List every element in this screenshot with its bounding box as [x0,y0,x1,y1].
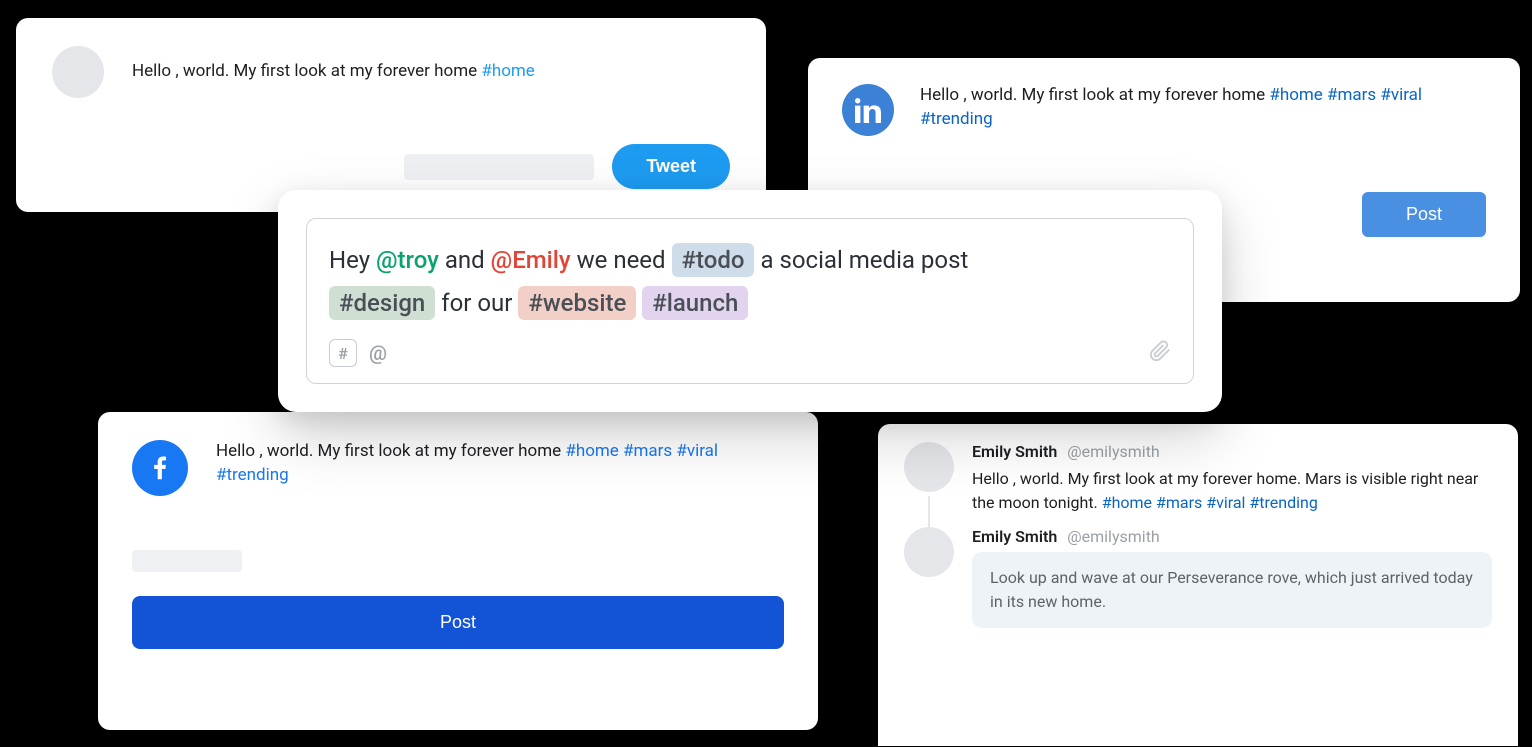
composer-input-box[interactable]: Hey @troy and @Emily we need #todo a soc… [306,218,1194,384]
tag-todo[interactable]: #todo [672,243,755,277]
thread-reply-bubble: Look up and wave at our Perseverance rov… [972,552,1492,628]
hashtag-button[interactable]: # [329,339,357,367]
twitter-hashtag[interactable]: #home [481,61,534,81]
tag-website[interactable]: #website [518,286,636,320]
facebook-hashtag-mars[interactable]: #mars [623,441,672,461]
facebook-text: Hello , world. My first look at my forev… [216,441,565,461]
thread-card: Emily Smith @emilysmith Hello , world. M… [878,424,1518,746]
composer-seg-3: a social media post [754,246,968,274]
thread-post-1: Emily Smith @emilysmith Hello , world. M… [904,442,1492,515]
thread-author-handle-2[interactable]: @emilysmith [1067,527,1159,546]
thread-post-2: Emily Smith @emilysmith Look up and wave… [904,527,1492,628]
composer-toolbar-left: # @ [329,339,387,367]
linkedin-hashtag-mars[interactable]: #mars [1327,85,1376,105]
thread-body-2: Emily Smith @emilysmith Look up and wave… [972,527,1492,628]
tweet-button[interactable]: Tweet [612,144,730,189]
facebook-hashtag-home[interactable]: #home [565,441,618,461]
composer-seg-1: Hey [329,246,376,274]
thread-body-1: Emily Smith @emilysmith Hello , world. M… [972,442,1492,515]
linkedin-post-button[interactable]: Post [1362,192,1486,237]
facebook-hashtag-trending[interactable]: #trending [216,465,289,485]
facebook-header: Hello , world. My first look at my forev… [132,440,784,496]
twitter-card: Hello , world. My first look at my forev… [16,18,766,212]
facebook-post-text: Hello , world. My first look at my forev… [216,440,784,488]
linkedin-hashtag-trending[interactable]: #trending [920,109,993,129]
twitter-header: Hello , world. My first look at my forev… [52,46,730,98]
composer-text[interactable]: Hey @troy and @Emily we need #todo a soc… [329,239,1171,325]
linkedin-hashtag-home[interactable]: #home [1269,85,1322,105]
composer-card: Hey @troy and @Emily we need #todo a soc… [278,190,1222,412]
linkedin-text: Hello , world. My first look at my forev… [920,85,1269,105]
twitter-placeholder-bar [404,154,594,180]
thread-hashtag-trending[interactable]: #trending [1249,493,1317,512]
mention-troy[interactable]: @troy [376,246,439,274]
facebook-hashtag-viral[interactable]: #viral [676,441,718,461]
thread-author-handle-1[interactable]: @emilysmith [1067,442,1159,461]
linkedin-hashtag-viral[interactable]: #viral [1380,85,1422,105]
twitter-actions: Tweet [52,144,730,189]
facebook-post-button[interactable]: Post [132,596,784,649]
attachment-icon[interactable] [1149,340,1171,366]
composer-toolbar: # @ [329,339,1171,367]
twitter-avatar [52,46,104,98]
composer-seg-2: we need [571,246,672,274]
thread-name-row-1: Emily Smith @emilysmith [972,442,1492,461]
linkedin-icon [842,84,894,136]
composer-seg-and: and [439,246,491,274]
twitter-post-text: Hello , world. My first look at my forev… [132,60,535,84]
thread-author-name-1[interactable]: Emily Smith [972,442,1057,461]
facebook-placeholder-bar [132,550,242,572]
linkedin-header: Hello , world. My first look at my forev… [842,84,1486,136]
thread-hashtag-viral[interactable]: #viral [1206,493,1245,512]
thread-text-1: Hello , world. My first look at my forev… [972,467,1492,515]
thread-hashtag-mars[interactable]: #mars [1156,493,1202,512]
tag-design[interactable]: #design [329,286,435,320]
facebook-icon [132,440,188,496]
twitter-text: Hello , world. My first look at my forev… [132,61,481,81]
mention-emily[interactable]: @Emily [491,246,571,274]
thread-name-row-2: Emily Smith @emilysmith [972,527,1492,546]
thread-hashtag-home[interactable]: #home [1102,493,1152,512]
composer-seg-4: for our [435,289,518,317]
linkedin-post-text: Hello , world. My first look at my forev… [920,84,1486,132]
thread-avatar-2 [904,527,954,577]
tag-launch[interactable]: #launch [642,286,748,320]
thread-avatar-1 [904,442,954,492]
facebook-card: Hello , world. My first look at my forev… [98,412,818,730]
mention-button[interactable]: @ [369,341,387,365]
thread-author-name-2[interactable]: Emily Smith [972,527,1057,546]
